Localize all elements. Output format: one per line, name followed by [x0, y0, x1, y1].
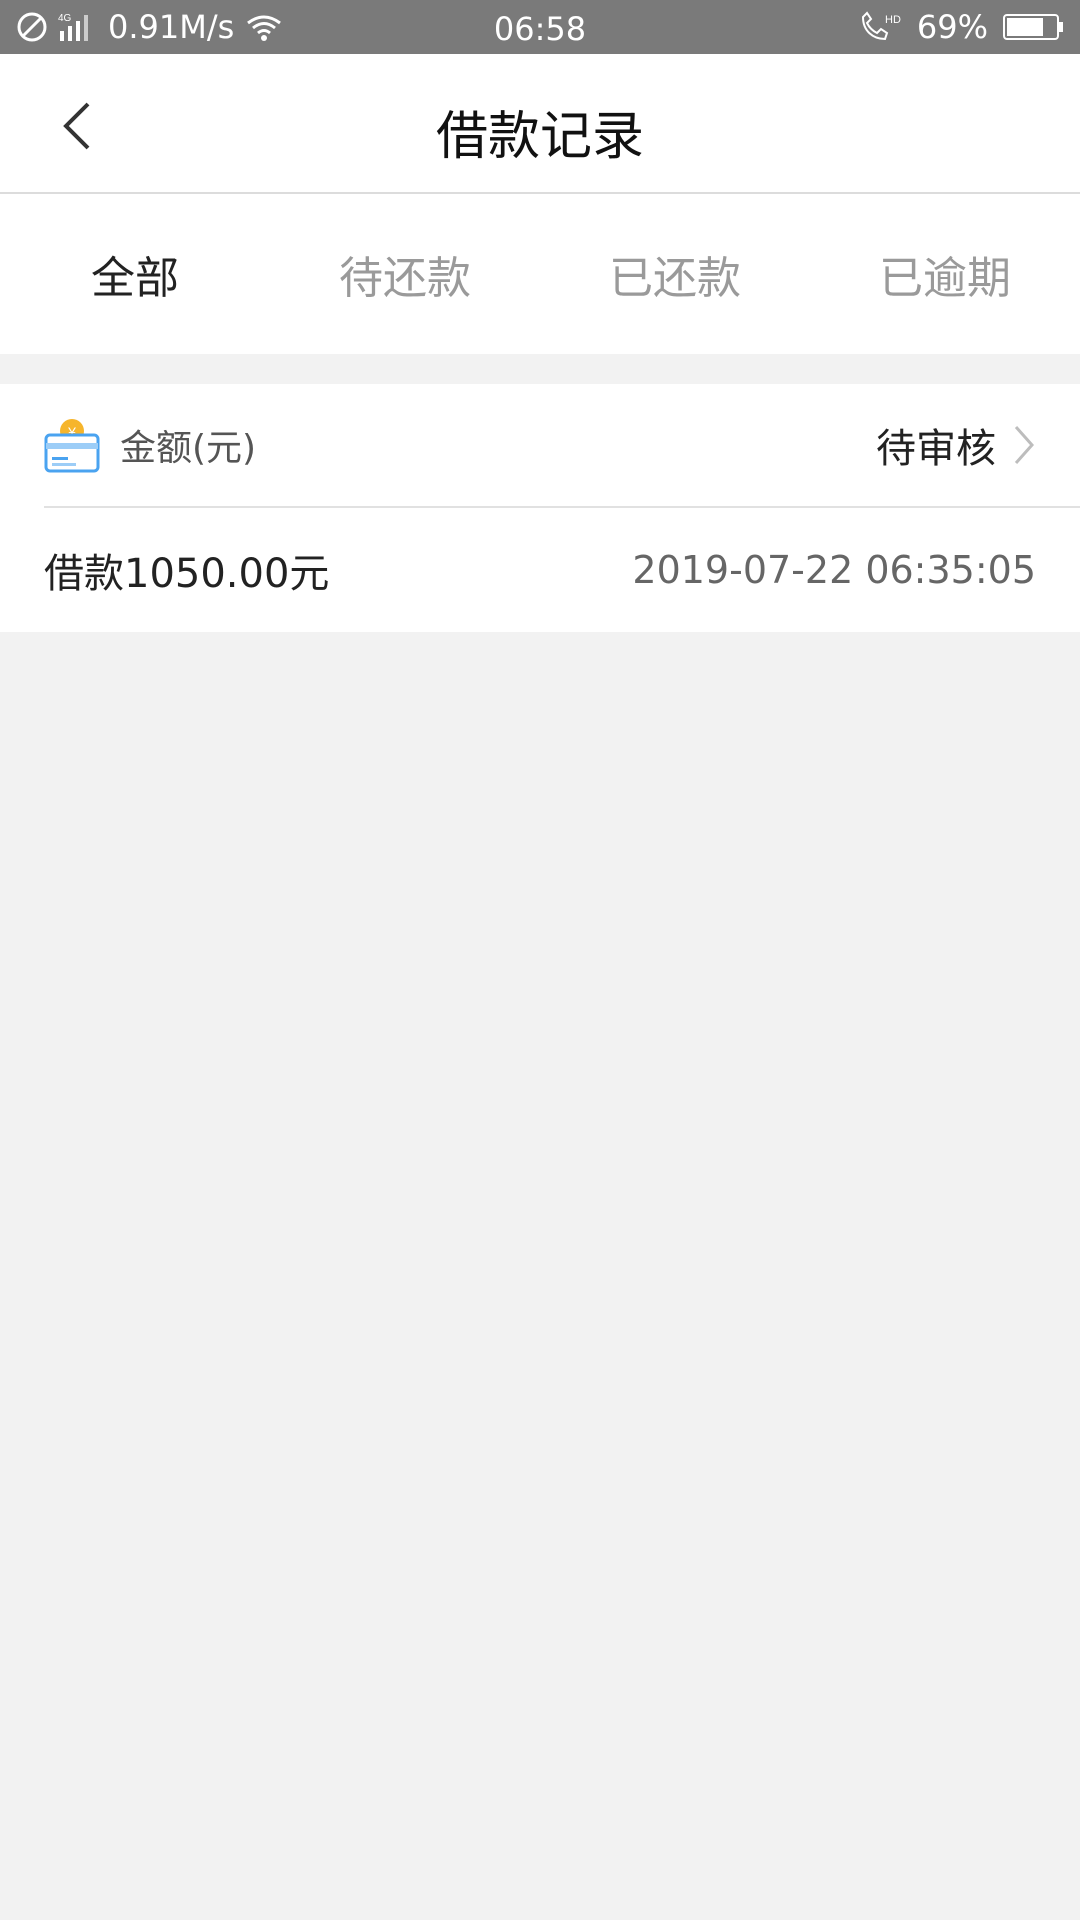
tab-repaid[interactable]: 已还款 [540, 194, 810, 354]
app-header: 借款记录 [0, 54, 1080, 194]
chevron-right-icon [1014, 426, 1035, 464]
network-speed: 0.91M/s [108, 8, 235, 46]
status-area[interactable]: 待审核 [876, 416, 1036, 474]
loan-record-card[interactable]: ¥ 金额(元) 待审核 借款1050.00元 2019-07-22 06:35:… [0, 384, 1080, 632]
page-title: 借款记录 [435, 107, 644, 167]
status-bar: 4G 0.91M/s 06:58 HD 69% [0, 0, 1080, 54]
status-left: 4G 0.91M/s [16, 8, 284, 46]
card-header: ¥ 金额(元) 待审核 [44, 384, 1080, 508]
loan-amount-text: 借款1050.00元 [44, 551, 330, 597]
do-not-disturb-icon [16, 11, 48, 43]
battery-icon [1002, 12, 1064, 42]
svg-text:4G: 4G [58, 13, 72, 24]
tab-overdue[interactable]: 已逾期 [810, 194, 1080, 354]
tabs: 全部 待还款 已还款 已逾期 [0, 194, 1080, 354]
status-right: HD 69% [857, 8, 1064, 46]
wifi-icon [244, 11, 284, 43]
tab-all[interactable]: 全部 [0, 194, 270, 354]
card-body: 借款1050.00元 2019-07-22 06:35:05 [44, 508, 1036, 632]
hd-call-icon: HD [857, 11, 903, 43]
loan-datetime: 2019-07-22 06:35:05 [632, 548, 1036, 592]
signal-4g-icon: 4G [58, 11, 98, 43]
svg-text:HD: HD [885, 14, 901, 26]
tab-pending-repayment[interactable]: 待还款 [270, 194, 540, 354]
status-badge: 待审核 [876, 426, 996, 472]
wallet-icon: ¥ [44, 417, 100, 473]
amount-label: 金额(元) [120, 428, 257, 469]
battery-percent: 69% [916, 8, 988, 46]
